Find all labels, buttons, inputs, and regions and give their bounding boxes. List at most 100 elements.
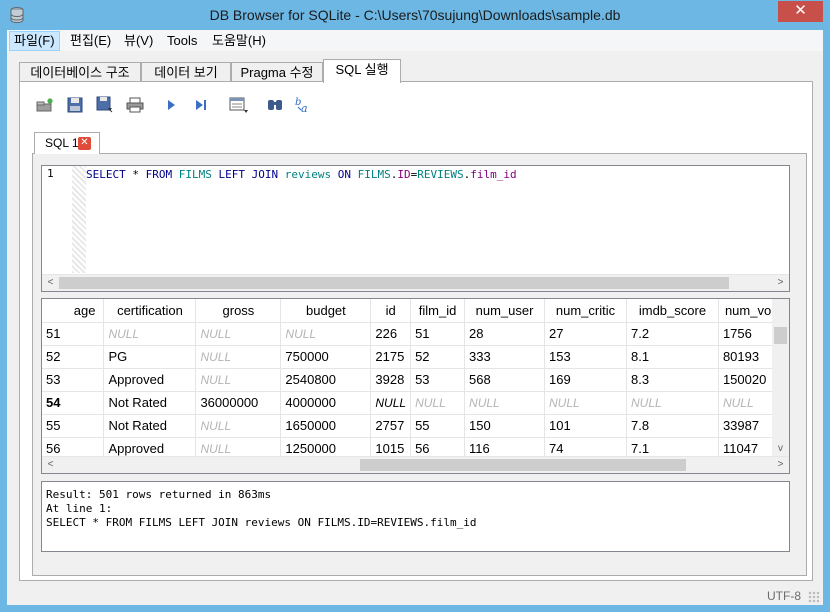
table-cell[interactable]: 2175 (370, 345, 412, 369)
table-cell[interactable]: NULL (195, 322, 282, 346)
table-cell[interactable]: NULL (195, 368, 282, 392)
scroll-left-icon[interactable]: < (42, 275, 59, 292)
grid-vscrollbar[interactable]: v (772, 299, 789, 458)
sql-area: 1 SELECT * FROM FILMS LEFT JOIN reviews … (32, 153, 807, 576)
save-sql-icon[interactable] (94, 94, 116, 116)
encoding-label: UTF-8 (767, 589, 801, 603)
open-tab-icon[interactable] (34, 94, 56, 116)
column-header[interactable]: num_critic (544, 299, 627, 323)
table-cell[interactable]: 8.3 (626, 368, 719, 392)
table-cell[interactable]: 28 (464, 322, 546, 346)
column-header[interactable]: budget (280, 299, 372, 323)
table-cell[interactable]: 169 (544, 368, 627, 392)
table-cell[interactable]: 55 (410, 414, 466, 438)
tab-browse-data[interactable]: 데이터 보기 (141, 62, 231, 82)
menu-tools[interactable]: Tools (163, 31, 201, 51)
menu-file[interactable]: 파일(F) (9, 31, 60, 51)
table-cell[interactable]: 153 (544, 345, 627, 369)
table-cell[interactable]: 53 (410, 368, 466, 392)
grid-vscroll-thumb[interactable] (774, 327, 787, 344)
tab-edit-pragmas[interactable]: Pragma 수정 (231, 62, 323, 82)
execute-line-icon[interactable] (190, 94, 212, 116)
execute-sql-pane: ba SQL 1 ✕ 1 SELECT * FROM FILMS LEFT JO… (19, 81, 813, 581)
table-cell[interactable]: 2757 (370, 414, 412, 438)
editor-hscroll-thumb[interactable] (59, 277, 729, 289)
table-cell[interactable]: NULL (626, 391, 719, 415)
sql-editor[interactable]: 1 SELECT * FROM FILMS LEFT JOIN reviews … (41, 165, 790, 292)
column-header[interactable]: imdb_score (626, 299, 719, 323)
table-cell[interactable]: 568 (464, 368, 546, 392)
table-cell[interactable]: 1650000 (280, 414, 372, 438)
table-cell[interactable]: 3928 (370, 368, 412, 392)
table-cell[interactable]: 4000000 (280, 391, 372, 415)
row-number[interactable]: 54 (42, 391, 105, 415)
print-icon[interactable] (124, 94, 146, 116)
column-header[interactable]: gross (195, 299, 282, 323)
find-icon[interactable] (264, 94, 286, 116)
menu-bar: 파일(F) 편집(E) 뷰(V) Tools 도움말(H) (7, 30, 823, 51)
sql-editor-tab[interactable]: SQL 1 ✕ (34, 132, 100, 154)
tab-db-structure[interactable]: 데이터베이스 구조 (19, 62, 141, 82)
row-number[interactable]: 52 (42, 345, 105, 369)
table-cell[interactable]: 101 (544, 414, 627, 438)
close-sql-tab-icon[interactable]: ✕ (78, 137, 91, 150)
row-number[interactable]: 53 (42, 368, 105, 392)
table-cell[interactable]: Not Rated (103, 391, 197, 415)
table-cell[interactable]: 7.2 (626, 322, 719, 346)
table-cell[interactable]: 51 (410, 322, 466, 346)
grid-hscroll-thumb[interactable] (360, 459, 686, 471)
sql-token: REVIEWS (417, 168, 464, 181)
table-cell[interactable]: NULL (280, 322, 372, 346)
row-number[interactable]: 51 (42, 322, 105, 346)
menu-help[interactable]: 도움말(H) (208, 31, 270, 51)
column-header[interactable]: certification (103, 299, 197, 323)
title-bar[interactable]: DB Browser for SQLite - C:\Users\70sujun… (0, 0, 830, 30)
table-cell[interactable]: 150 (464, 414, 546, 438)
editor-hscrollbar[interactable]: < > (42, 274, 789, 291)
table-cell[interactable]: 2540800 (280, 368, 372, 392)
table-cell[interactable]: NULL (464, 391, 546, 415)
close-button[interactable]: ✕ (778, 1, 823, 22)
column-header[interactable]: id (370, 299, 412, 323)
menu-view[interactable]: 뷰(V) (120, 31, 157, 51)
scroll-right-icon[interactable]: > (772, 275, 789, 292)
table-cell[interactable]: NULL (195, 345, 282, 369)
table-cell[interactable]: Approved (103, 368, 197, 392)
table-cell[interactable]: Not Rated (103, 414, 197, 438)
message-line: At line 1: (46, 502, 113, 515)
table-cell[interactable]: NULL (195, 414, 282, 438)
table-cell[interactable]: NULL (410, 391, 466, 415)
results-grid[interactable]: age certification gross budget id film_i… (41, 298, 790, 474)
sql-token: reviews (284, 168, 332, 181)
row-number[interactable]: 55 (42, 414, 105, 438)
scroll-left-icon[interactable]: < (42, 457, 59, 473)
sql-token: FROM (145, 168, 173, 181)
table-cell[interactable]: PG (103, 345, 197, 369)
column-header[interactable]: film_id (410, 299, 466, 323)
table-cell[interactable]: NULL (370, 391, 412, 415)
results-body: 51 NULL NULL NULL 226 51 28 27 7.2 1756 52 PG NULL 75… (42, 322, 789, 461)
table-cell[interactable]: 8.1 (626, 345, 719, 369)
sql-token: ON (337, 168, 351, 181)
table-cell[interactable]: 226 (370, 322, 412, 346)
execute-icon[interactable] (160, 94, 182, 116)
scroll-right-icon[interactable]: > (772, 457, 789, 473)
open-sql-icon[interactable] (64, 94, 86, 116)
table-cell[interactable]: 7.8 (626, 414, 719, 438)
column-header[interactable]: age (42, 299, 105, 323)
sql-code[interactable]: SELECT * FROM FILMS LEFT JOIN reviews ON… (86, 168, 517, 181)
menu-edit[interactable]: 편집(E) (66, 31, 115, 51)
table-cell[interactable]: 52 (410, 345, 466, 369)
column-header[interactable]: num_user (464, 299, 546, 323)
table-cell[interactable]: 27 (544, 322, 627, 346)
table-cell[interactable]: 333 (464, 345, 546, 369)
tab-execute-sql[interactable]: SQL 실행 (323, 59, 401, 83)
table-cell[interactable]: 750000 (280, 345, 372, 369)
table-cell[interactable]: 36000000 (195, 391, 282, 415)
find-replace-icon[interactable]: ba (292, 94, 314, 116)
table-cell[interactable]: NULL (544, 391, 627, 415)
grid-hscrollbar[interactable]: < > (42, 456, 789, 473)
save-results-icon[interactable] (228, 94, 250, 116)
resize-grip-icon[interactable] (808, 591, 820, 603)
table-cell[interactable]: NULL (103, 322, 197, 346)
